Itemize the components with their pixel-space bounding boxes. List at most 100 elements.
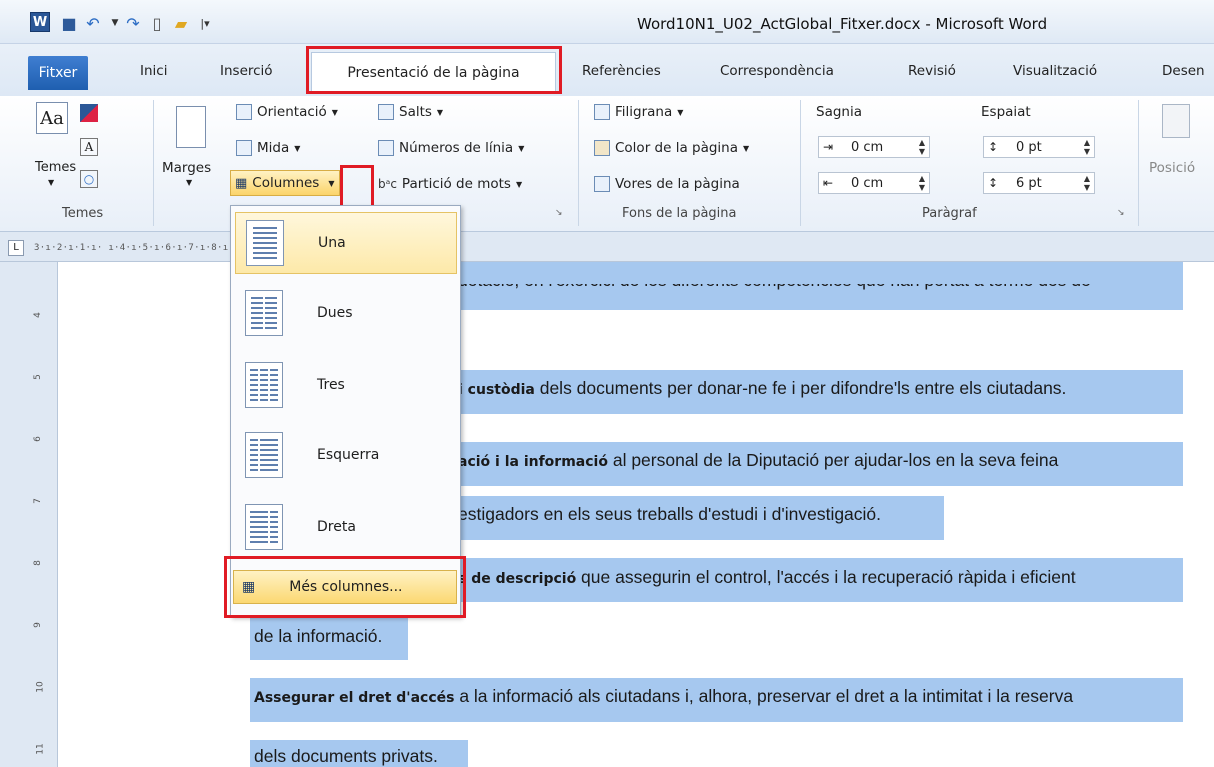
theme-fonts-icon[interactable]: A [80,138,98,156]
margins-icon[interactable] [176,106,206,148]
spinner-icon[interactable]: ▲ ▼ [919,174,925,192]
tab-correspondencia[interactable]: Correspondència [720,63,834,79]
tab-revisio[interactable]: Revisió [908,63,956,79]
word-app-icon[interactable]: W [30,12,50,32]
three-columns-icon [245,362,283,408]
menu-item-tres[interactable]: Tres [235,354,457,416]
new-document-icon[interactable]: ▯ [146,12,168,34]
tab-insercio[interactable]: Inserció [220,63,273,79]
page-color-icon [594,140,610,156]
save-icon[interactable]: ■ [58,12,80,34]
indent-left-icon: ⇥ [823,140,834,154]
page-setup-launcher-icon[interactable]: ↘ [555,208,563,218]
size-icon [236,140,252,156]
indent-left-field[interactable]: ⇥ 0 cm ▲ ▼ [818,136,930,158]
redo-icon[interactable]: ↷ [122,12,144,34]
title-bar: W ■ ↶ ▼ ↷ ▯ ▰ |▾ Word10N1_U02_ActGlobal_… [0,0,1214,44]
ribbon-tabs: Fitxer Inici Inserció Presentació de la … [0,44,1214,96]
margins-dropdown-icon[interactable]: ▼ [186,178,192,187]
spacing-heading: Espaiat [981,104,1031,120]
menu-item-dues[interactable]: Dues [235,282,457,344]
window-title: Word10N1_U02_ActGlobal_Fitxer.docx - Mic… [637,15,1048,33]
paragraph-launcher-icon[interactable]: ↘ [1117,208,1125,218]
doc-line: i custòdia dels documents per donar-ne f… [458,378,1066,399]
menu-item-una[interactable]: Una [235,212,457,274]
position-icon[interactable] [1162,104,1190,138]
spinner-icon[interactable]: ▲ ▼ [1084,174,1090,192]
page-borders-button[interactable]: Vores de la pàgina [594,176,740,192]
doc-text: al personal de la Diputació per ajudar-l… [607,450,1059,470]
spinner-icon[interactable]: ▲ ▼ [1084,138,1090,156]
theme-colors-icon[interactable] [80,104,98,122]
doc-bold: s de descripció [458,571,577,587]
indent-left-value: 0 cm [851,139,884,155]
customize-quick-access-icon[interactable]: |▾ [194,12,216,34]
page-borders-icon [594,176,610,192]
size-label: Mida [257,140,290,156]
spacing-before-field[interactable]: ↕ 0 pt ▲ ▼ [983,136,1095,158]
tab-inici[interactable]: Inici [140,63,167,79]
hyphenation-icon: bᵃc [378,177,397,191]
menu-item-mes-columnes[interactable]: ▦ Més columnes... [233,570,457,604]
orientation-button[interactable]: Orientació ▼ [236,104,338,120]
ruler-number: 9 [32,622,43,628]
ruler-number: 10 [35,681,46,693]
ruler-number: 11 [35,743,46,755]
columns-button[interactable]: ▦ Columnes ▼ [230,170,340,196]
open-folder-icon[interactable]: ▰ [170,12,192,34]
watermark-label: Filigrana [615,104,673,120]
watermark-icon [594,104,610,120]
menu-item-esquerra[interactable]: Esquerra [235,424,457,486]
undo-icon[interactable]: ↶ [82,12,104,34]
tab-presentacio-pagina[interactable]: Presentació de la pàgina [311,52,556,92]
margins-button[interactable]: Marges [162,160,211,176]
indent-right-field[interactable]: ⇤ 0 cm ▲ ▼ [818,172,930,194]
tab-selector-icon[interactable]: L [8,240,24,256]
group-label-temes: Temes [62,206,104,221]
size-button[interactable]: Mida ▼ [236,140,300,156]
tab-visualitzacio[interactable]: Visualització [1013,63,1097,79]
spacing-after-field[interactable]: ↕ 6 pt ▲ ▼ [983,172,1095,194]
horizontal-ruler[interactable]: L 3·ı·2·ı·1·ı· ı·4·ı·5·ı·6·ı·7·ı·8·ı·9·ı… [0,232,1214,262]
columns-icon: ▦ [242,579,256,595]
chevron-down-icon: ▼ [677,107,684,117]
themes-icon[interactable]: Aa [36,102,68,134]
chevron-down-icon: ▼ [436,107,444,117]
spacing-before-value: 0 pt [1016,139,1042,155]
theme-effects-icon[interactable]: ○ [80,170,98,188]
tab-referencies[interactable]: Referències [582,63,661,79]
doc-bold: i custòdia [458,382,535,398]
group-label-fons: Fons de la pàgina [622,206,737,221]
spacing-before-icon: ↕ [988,140,999,154]
themes-dropdown-icon[interactable]: ▼ [48,178,54,187]
line-numbers-button[interactable]: Números de línia ▼ [378,140,524,156]
spacing-after-value: 6 pt [1016,175,1042,191]
hyphenation-button[interactable]: bᵃc Partició de mots ▼ [378,176,522,192]
page-color-button[interactable]: Color de la pàgina ▼ [594,140,749,156]
menu-item-dreta[interactable]: Dreta [235,496,457,558]
watermark-button[interactable]: Filigrana ▼ [594,104,683,120]
doc-text: dels documents per donar-ne fe i per dif… [534,378,1067,398]
breaks-button[interactable]: Salts ▼ [378,104,443,120]
ribbon: Aa Temes ▼ A ○ Temes Marges ▼ Orientació… [0,96,1214,232]
menu-item-label: Tres [317,377,345,393]
tab-fitxer[interactable]: Fitxer [28,56,88,90]
menu-item-label: Més columnes... [289,579,403,595]
menu-item-label: Dreta [317,519,356,535]
page-borders-label: Vores de la pàgina [615,176,740,192]
themes-button[interactable]: Temes [35,160,76,175]
indent-right-value: 0 cm [851,175,884,191]
doc-line: Assegurar el dret d'accés a la informaci… [254,686,1073,707]
doc-text: a la informació als ciutadans i, alhora,… [454,686,1074,706]
vertical-ruler[interactable]: 4 5 6 7 8 9 10 11 [28,262,58,767]
position-button[interactable]: Posició [1149,160,1195,176]
group-separator [1138,100,1139,226]
orientation-icon [236,104,252,120]
tab-desenvolupador[interactable]: Desen [1162,63,1205,79]
spacing-after-icon: ↕ [988,176,999,190]
columns-dropdown-icon[interactable]: ▼ [328,179,334,188]
line-numbers-icon [378,140,394,156]
breaks-label: Salts [399,104,432,120]
spinner-icon[interactable]: ▲ ▼ [919,138,925,156]
doc-bold: Assegurar el dret d'accés [254,690,455,706]
